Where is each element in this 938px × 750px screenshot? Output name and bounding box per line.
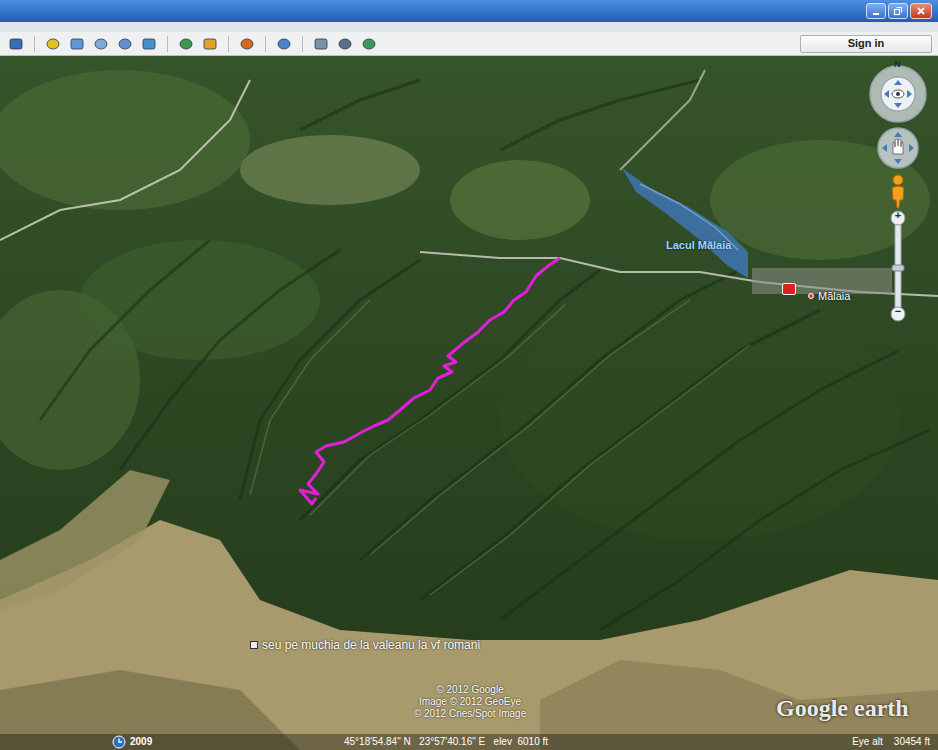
map-label[interactable]: Lacul Mălaia [666, 237, 731, 254]
road-shield-icon [782, 283, 796, 295]
sign-in-button[interactable]: Sign in [800, 35, 932, 53]
map-label[interactable]: seu pe muchia de la valeanu la vf romani [250, 636, 480, 654]
toolbar-button[interactable] [311, 35, 331, 53]
toolbar-button[interactable] [67, 35, 87, 53]
minimize-icon [871, 6, 881, 16]
imagery-year: 2009 [130, 735, 152, 749]
label-text: seu pe muchia de la valeanu la vf romani [262, 636, 480, 654]
toolbar-button[interactable] [359, 35, 379, 53]
close-icon [916, 6, 926, 16]
map-label[interactable]: Mălaia [782, 288, 850, 305]
clock-icon [112, 735, 126, 749]
toolbar-button[interactable] [335, 35, 355, 53]
status-bar: 2009 45°18'54.84" N 23°57'40.16" E elev … [0, 734, 938, 750]
zoom-out-button[interactable]: − [894, 306, 902, 317]
navigation-icon [866, 62, 930, 322]
historical-imagery[interactable]: 2009 [112, 735, 152, 749]
minimize-button[interactable] [866, 3, 886, 19]
toolbar-separator [34, 36, 35, 52]
eye-altitude: Eye alt 30454 ft [852, 735, 930, 749]
label-text: Lacul Mălaia [666, 237, 731, 254]
toolbar-button[interactable] [237, 35, 257, 53]
attribution-line: Image © 2012 GeoEye [419, 696, 521, 708]
toolbar-separator [302, 36, 303, 52]
tool-icon [313, 37, 329, 51]
cursor-position: 45°18'54.84" N 23°57'40.16" E elev 6010 … [344, 735, 548, 749]
attribution: © 2012 GoogleImage © 2012 GeoEye© 2012 C… [380, 684, 560, 720]
attribution-line: © 2012 Cnes/Spot Image [414, 708, 526, 720]
placemark-icon [250, 641, 258, 649]
toolbar-button[interactable] [139, 35, 159, 53]
google-earth-window: Sign in [0, 0, 938, 750]
navigation-controls: N + − [866, 62, 930, 322]
restore-icon [893, 6, 903, 16]
zoom-in-button[interactable]: + [894, 210, 902, 221]
toolbar-separator [228, 36, 229, 52]
menu-gap [0, 22, 938, 32]
attribution-line: © 2012 Google [436, 684, 503, 696]
close-button[interactable] [910, 3, 932, 19]
tool-icons [6, 35, 379, 53]
toolbar-separator [167, 36, 168, 52]
tool-icon [276, 37, 292, 51]
tool-icon [239, 37, 255, 51]
tool-icon [69, 37, 85, 51]
label-text: Mălaia [818, 288, 850, 305]
north-label: N [894, 60, 901, 69]
tool-icon [178, 37, 194, 51]
toolbar-button[interactable] [200, 35, 220, 53]
toolbar-button[interactable] [6, 35, 26, 53]
toolbar-button[interactable] [274, 35, 294, 53]
google-earth-logo: Google earth [776, 694, 909, 722]
toolbar-button[interactable] [91, 35, 111, 53]
tool-icon [93, 37, 109, 51]
map-labels: Lacul Mălaia Mălaia seu pe muchia de la va… [0, 56, 938, 750]
toolbar-separator [265, 36, 266, 52]
tool-icon [8, 37, 24, 51]
town-dot-icon [808, 293, 814, 299]
toolbar-button[interactable] [43, 35, 63, 53]
tool-icon [202, 37, 218, 51]
restore-button[interactable] [888, 3, 908, 19]
toolbar-button[interactable] [176, 35, 196, 53]
tool-icon [361, 37, 377, 51]
map-view[interactable]: Lacul Mălaia Mălaia seu pe muchia de la va… [0, 56, 938, 750]
title-bar [0, 0, 938, 22]
toolbar: Sign in [0, 32, 938, 56]
tool-icon [337, 37, 353, 51]
tool-icon [45, 37, 61, 51]
tool-icon [141, 37, 157, 51]
tool-icon [117, 37, 133, 51]
toolbar-button[interactable] [115, 35, 135, 53]
